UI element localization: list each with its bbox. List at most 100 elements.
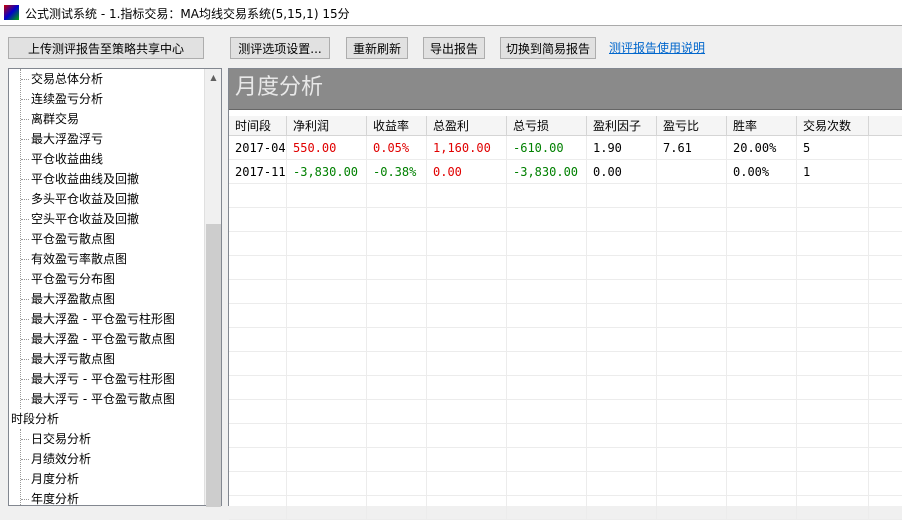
empty-cell (427, 496, 507, 519)
empty-cell (587, 280, 657, 303)
column-header[interactable]: 胜率 (727, 116, 797, 135)
tree-item[interactable]: 空头平仓收益及回撤 (20, 209, 139, 229)
tree-item[interactable]: 最大浮盈 - 平仓盈亏柱形图 (21, 309, 175, 329)
tree-item[interactable]: 月绩效分析 (20, 449, 91, 469)
app-icon (4, 5, 19, 20)
tree-item[interactable]: 多头平仓收益及回撤 (20, 189, 139, 209)
empty-row (229, 400, 902, 424)
table-cell: 0.00 (587, 160, 657, 183)
column-header[interactable]: 收益率 (367, 116, 427, 135)
tree-item[interactable]: 最大浮盈 - 平仓盈亏散点图 (21, 329, 175, 349)
table-cell: 0.00 (427, 160, 507, 183)
tree-item[interactable]: 连续盈亏分析 (20, 89, 103, 109)
table-cell: 1,160.00 (427, 136, 507, 159)
empty-cell (797, 304, 869, 327)
tree-item[interactable]: 离群交易 (20, 109, 79, 129)
column-header[interactable]: 总亏损 (507, 116, 587, 135)
empty-row (229, 328, 902, 352)
empty-cell (507, 328, 587, 351)
empty-cell (507, 232, 587, 255)
empty-cell (587, 184, 657, 207)
empty-cell (797, 376, 869, 399)
empty-cell (657, 352, 727, 375)
empty-cell (587, 400, 657, 423)
monthly-table: 时间段 净利润 收益率 总盈利 总亏损 盈利因子 盈亏比 胜率 交易次数 2017-04 550.0… (229, 116, 902, 184)
table-cell (657, 160, 727, 183)
empty-cell (657, 328, 727, 351)
tree-item[interactable]: 年度分析 (20, 489, 79, 505)
scroll-thumb[interactable] (206, 224, 221, 507)
empty-cell (367, 304, 427, 327)
title-bar: 公式测试系统 - 1.指标交易：MA均线交易系统(5,15,1) 15分 (0, 0, 902, 26)
tree-item[interactable]: 最大浮亏 - 平仓盈亏散点图 (21, 389, 175, 409)
tree-item[interactable]: 最大浮亏 - 平仓盈亏柱形图 (21, 369, 175, 389)
empty-cell (657, 376, 727, 399)
table-row[interactable]: 2017-04 550.00 0.05% 1,160.00 -610.00 1.90 7.6… (229, 136, 902, 160)
empty-cell (507, 208, 587, 231)
tree-line (20, 429, 21, 505)
empty-cell (657, 472, 727, 495)
refresh-button[interactable]: 重新刷新 (346, 37, 408, 59)
empty-cell (287, 304, 367, 327)
help-link[interactable]: 测评报告使用说明 (609, 39, 705, 56)
switch-simple-report-button[interactable]: 切换到简易报告 (500, 37, 596, 59)
column-header[interactable]: 交易次数 (797, 116, 869, 135)
empty-row (229, 208, 902, 232)
empty-cell (367, 328, 427, 351)
empty-cell (427, 376, 507, 399)
export-report-button[interactable]: 导出报告 (423, 37, 485, 59)
empty-cell (287, 232, 367, 255)
table-row[interactable]: 2017-11 -3,830.00 -0.38% 0.00 -3,830.00 0.00 0… (229, 160, 902, 184)
tree-item[interactable]: 最大浮盈浮亏 (20, 129, 103, 149)
tree-item[interactable]: 月度分析 (20, 469, 79, 489)
empty-cell (367, 208, 427, 231)
scroll-up-icon[interactable]: ▲ (205, 69, 222, 86)
empty-cell (287, 400, 367, 423)
column-header[interactable]: 盈利因子 (587, 116, 657, 135)
tree-item[interactable]: 时段分析 (11, 409, 59, 429)
tree-item[interactable]: 最大浮盈散点图 (20, 289, 115, 309)
column-header[interactable]: 总盈利 (427, 116, 507, 135)
tree-item[interactable]: 平仓盈亏散点图 (20, 229, 115, 249)
empty-cell (229, 208, 287, 231)
tree-item[interactable]: 平仓收益曲线 (20, 149, 103, 169)
table-cell: 550.00 (287, 136, 367, 159)
empty-cell (727, 496, 797, 519)
upload-report-button[interactable]: 上传测评报告至策略共享中心 (8, 37, 204, 59)
empty-cell (287, 328, 367, 351)
empty-cell (727, 256, 797, 279)
window-title: 公式测试系统 - 1.指标交易：MA均线交易系统(5,15,1) 15分 (25, 7, 350, 21)
column-header[interactable]: 时间段 (229, 116, 287, 135)
empty-cell (427, 400, 507, 423)
empty-cell (797, 352, 869, 375)
empty-cell (797, 256, 869, 279)
empty-cell (507, 184, 587, 207)
tree-item[interactable]: 日交易分析 (20, 429, 91, 449)
tree-item[interactable]: 交易总体分析 (20, 69, 103, 89)
empty-cell (229, 352, 287, 375)
empty-row (229, 448, 902, 472)
empty-row (229, 424, 902, 448)
tree-item[interactable]: 平仓盈亏分布图 (20, 269, 115, 289)
empty-cell (727, 304, 797, 327)
tree-item[interactable]: 最大浮亏散点图 (20, 349, 115, 369)
empty-cell (587, 208, 657, 231)
tree-item[interactable]: 平仓收益曲线及回撤 (20, 169, 139, 189)
tree-scrollbar[interactable]: ▲ (204, 69, 222, 507)
empty-cell (587, 448, 657, 471)
tree-item[interactable]: 有效盈亏率散点图 (20, 249, 127, 269)
column-header[interactable]: 盈亏比 (657, 116, 727, 135)
empty-cell (587, 352, 657, 375)
empty-cell (727, 280, 797, 303)
empty-row (229, 184, 902, 208)
options-button[interactable]: 测评选项设置... (230, 37, 330, 59)
empty-cell (287, 496, 367, 519)
empty-cell (507, 280, 587, 303)
empty-cell (797, 448, 869, 471)
column-header[interactable]: 净利润 (287, 116, 367, 135)
empty-cell (229, 376, 287, 399)
empty-cell (287, 184, 367, 207)
table-header: 时间段 净利润 收益率 总盈利 总亏损 盈利因子 盈亏比 胜率 交易次数 (229, 116, 902, 136)
empty-cell (229, 400, 287, 423)
empty-cell (367, 232, 427, 255)
